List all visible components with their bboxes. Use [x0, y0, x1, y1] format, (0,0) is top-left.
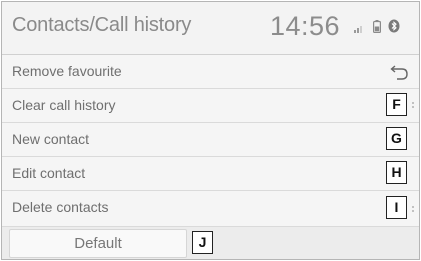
- callout-label-g: G: [386, 127, 407, 150]
- menu-item-edit-contact[interactable]: Edit contact H: [2, 157, 419, 191]
- menu-item-label: Remove favourite: [12, 63, 122, 79]
- callout-label-j: J: [192, 231, 213, 254]
- menu-item-clear-call-history[interactable]: Clear call history F: [2, 89, 419, 123]
- callout-label-i: I: [386, 196, 407, 219]
- menu-item-remove-favourite[interactable]: Remove favourite: [2, 55, 419, 89]
- callout-label-f: F: [386, 93, 407, 116]
- contacts-call-history-screen: Contacts/Call history 14:56 Remove favou…: [0, 0, 421, 261]
- menu-item-label: Edit contact: [12, 165, 86, 181]
- footer-bar: Default J: [2, 227, 419, 259]
- screen-frame: Contacts/Call history 14:56 Remove favou…: [1, 1, 420, 260]
- back-arrow-icon: [390, 65, 408, 80]
- menu-item-label: Clear call history: [12, 97, 116, 113]
- page-title: Contacts/Call history: [12, 14, 192, 36]
- back-button[interactable]: [382, 62, 412, 86]
- scroll-indicator-icon: [412, 206, 414, 212]
- signal-icon: [354, 26, 362, 33]
- battery-icon: [373, 20, 381, 33]
- scroll-indicator-icon: [412, 102, 414, 108]
- default-button[interactable]: Default: [9, 229, 187, 258]
- clock: 14:56: [270, 11, 341, 41]
- header-bar: Contacts/Call history 14:56: [2, 2, 419, 55]
- menu-item-delete-contacts[interactable]: Delete contacts I: [2, 191, 419, 227]
- default-button-label: Default: [74, 235, 122, 252]
- menu-item-label: Delete contacts: [12, 199, 109, 215]
- callout-label-h: H: [386, 161, 407, 184]
- menu-item-label: New contact: [12, 131, 90, 147]
- bluetooth-icon: [388, 19, 400, 33]
- menu-item-new-contact[interactable]: New contact G: [2, 123, 419, 157]
